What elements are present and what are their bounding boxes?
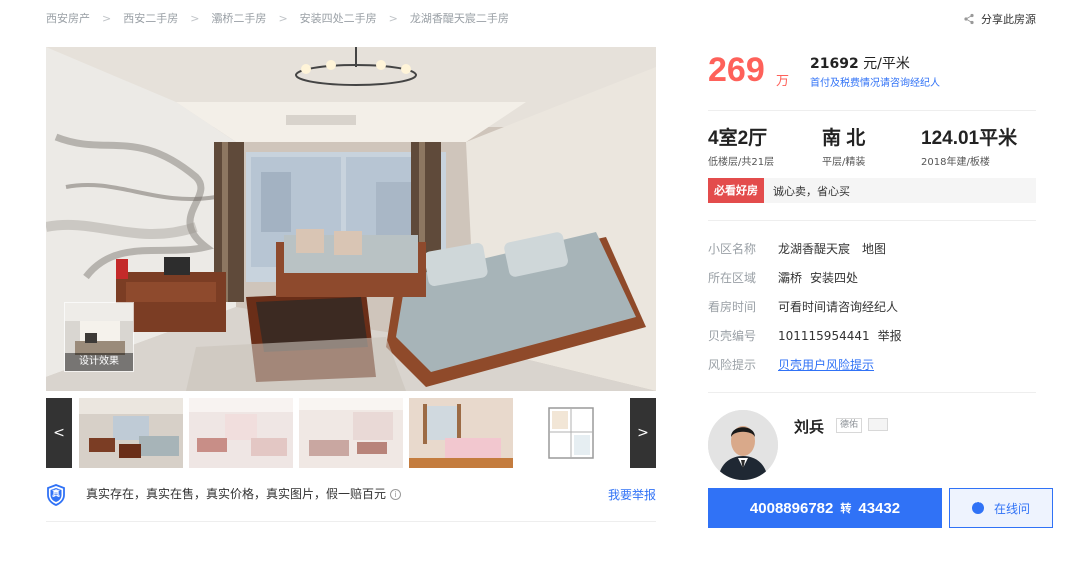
report-listing-link[interactable]: 举报: [878, 327, 902, 345]
viewing-label: 看房时间: [708, 300, 757, 314]
risk-label: 风险提示: [708, 358, 757, 372]
room-area-sub: 2018年建/板楼: [921, 157, 990, 168]
breadcrumb: 西安房产 > 西安二手房 > 灞桥二手房 > 安装四处二手房 > 龙湖香醍天宸二…: [46, 10, 509, 26]
room-layout-main: 4室2厅: [708, 128, 768, 149]
thumbnail-living-room-bright[interactable]: [189, 398, 293, 468]
room-layout: 4室2厅 低楼层/共21层: [708, 128, 774, 168]
unit-price: 21692 元/平米: [810, 53, 910, 73]
breadcrumb-xian-property[interactable]: 西安房产: [46, 10, 90, 26]
divider: [708, 392, 1036, 393]
agent-company-badge: 德佑: [836, 418, 863, 433]
chat-icon: [971, 498, 984, 514]
community-name[interactable]: 龙湖香醍天宸: [778, 240, 850, 258]
unit-price-suffix: 元/平米: [858, 56, 910, 72]
room-orientation: 南 北 平层/精装: [822, 128, 865, 168]
avatar-image: [708, 410, 778, 480]
breadcrumb-separator: >: [388, 11, 398, 25]
breadcrumb-separator: >: [278, 11, 288, 25]
main-photo[interactable]: [46, 47, 656, 391]
code-label: 贝壳编号: [708, 329, 757, 343]
chevron-right-icon: >: [637, 425, 649, 441]
shield-badge-text: 真: [52, 489, 60, 498]
community-label: 小区名称: [708, 242, 757, 256]
tax-note-link[interactable]: 首付及税费情况请咨询经纪人: [810, 74, 940, 89]
breadcrumb-xian-secondhand[interactable]: 西安二手房: [123, 10, 178, 26]
divider: [708, 220, 1036, 221]
guarantee-statement: 真实存在，真实在售，真实价格，真实图片，假一赔百元: [86, 487, 387, 501]
call-agent-button[interactable]: 4008896782 转 43432: [708, 488, 942, 528]
thumbnail-bedroom[interactable]: [409, 398, 513, 468]
agent-name[interactable]: 刘兵: [794, 416, 824, 437]
highlight-text: 诚心卖，省心买: [773, 184, 850, 198]
info-icon[interactable]: i: [390, 489, 402, 500]
guarantee-bar: 真实存在，真实在售，真实价格，真实图片，假一赔百元 i 我要举报: [46, 484, 656, 522]
breadcrumb-baqiao-secondhand[interactable]: 灞桥二手房: [211, 10, 266, 26]
room-orientation-main: 南 北: [822, 128, 866, 149]
agent-phone: 4008896782: [749, 499, 834, 517]
viewing-row: 看房时间 可看时间请咨询经纪人: [708, 298, 898, 316]
room-orientation-sub: 平层/精装: [822, 157, 866, 168]
breadcrumb-separator: >: [190, 11, 200, 25]
room-layout-sub: 低楼层/共21层: [708, 157, 775, 168]
listing-code: 101115954441: [778, 329, 870, 343]
breadcrumb-district-secondhand[interactable]: 安装四处二手房: [300, 10, 377, 26]
must-see-badge: 必看好房: [708, 178, 764, 203]
share-label: 分享此房源: [981, 13, 1036, 26]
thumbnail-living-room[interactable]: [79, 398, 183, 468]
share-button[interactable]: 分享此房源: [963, 11, 1036, 27]
report-link[interactable]: 我要举报: [608, 486, 656, 503]
agent-extension: 43432: [858, 499, 901, 517]
agent-certificate-icon: [868, 418, 888, 431]
transfer-label: 转: [840, 503, 852, 515]
area-row: 所在区域 灞桥 安装四处: [708, 269, 858, 287]
unit-price-value: 21692: [810, 56, 859, 72]
room-area: 124.01平米 2018年建/板楼: [921, 128, 1017, 168]
design-effect-thumbnail[interactable]: 设计效果: [64, 302, 134, 372]
thumbnail-strip: < >: [46, 398, 656, 468]
subdistrict-link[interactable]: 安装四处: [810, 269, 858, 287]
thumbnail-floor-plan[interactable]: [519, 398, 623, 468]
thumbnail-living-room-side[interactable]: [299, 398, 403, 468]
share-icon: [964, 13, 974, 25]
room-area-main: 124.01平米: [921, 128, 1018, 149]
breadcrumb-separator: >: [102, 11, 112, 25]
code-row: 贝壳编号 101115954441 举报: [708, 327, 902, 345]
chevron-left-icon: <: [53, 425, 65, 441]
guarantee-text: 真实存在，真实在售，真实价格，真实图片，假一赔百元 i: [86, 484, 402, 504]
area-label: 所在区域: [708, 271, 757, 285]
viewing-value: 可看时间请咨询经纪人: [778, 300, 899, 314]
design-effect-label: 设计效果: [65, 353, 133, 371]
divider: [708, 110, 1036, 111]
highlight-tag-row: 必看好房 诚心卖，省心买: [708, 178, 1036, 203]
risk-notice-link[interactable]: 贝壳用户风险提示: [778, 356, 874, 374]
total-price: 269: [708, 51, 765, 89]
district-link[interactable]: 灞桥: [778, 269, 802, 287]
map-link[interactable]: 地图: [862, 240, 886, 258]
community-row: 小区名称 龙湖香醍天宸 地图: [708, 240, 886, 258]
online-chat-label: 在线问: [993, 501, 1030, 516]
agent-avatar[interactable]: [708, 410, 778, 480]
risk-row: 风险提示 贝壳用户风险提示: [708, 356, 874, 374]
total-price-unit: 万: [776, 74, 790, 89]
prev-photo-button[interactable]: <: [46, 398, 72, 468]
next-photo-button[interactable]: >: [630, 398, 656, 468]
breadcrumb-community-secondhand[interactable]: 龙湖香醍天宸二手房: [410, 10, 509, 26]
online-chat-button[interactable]: 在线问: [949, 488, 1053, 528]
